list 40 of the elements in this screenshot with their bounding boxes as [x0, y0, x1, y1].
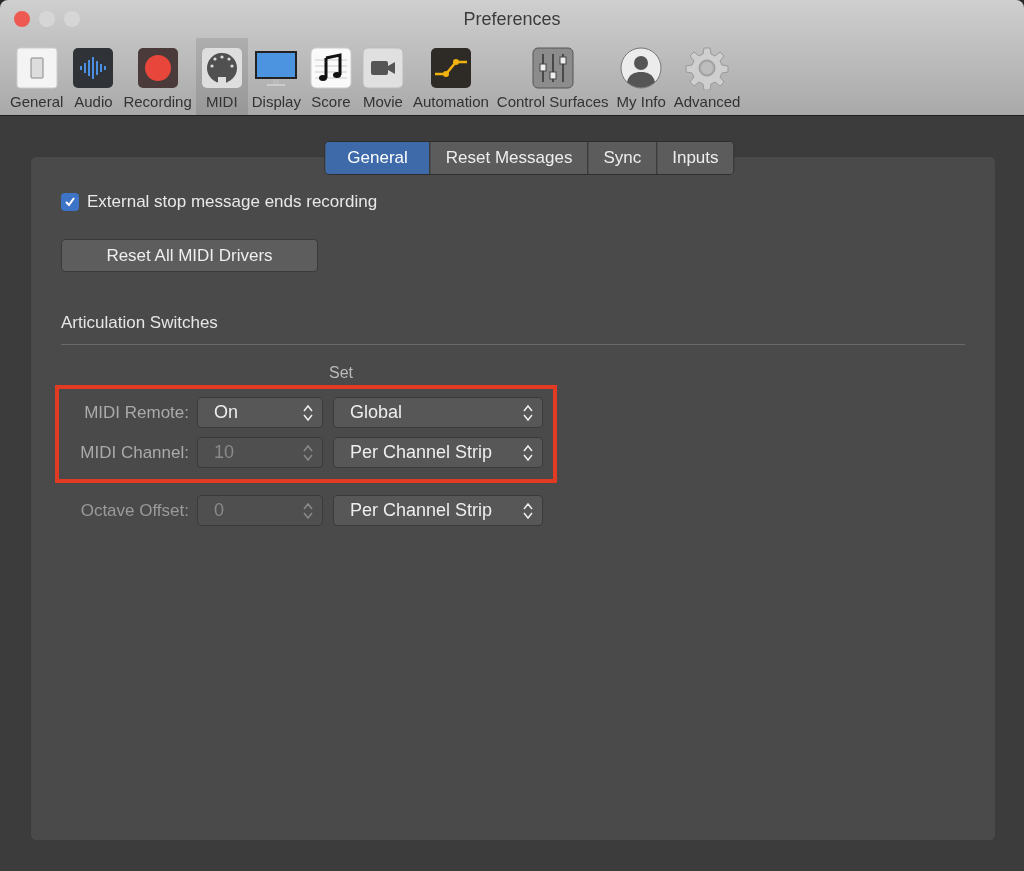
stepper-arrows-icon	[302, 500, 314, 521]
field-label: MIDI Remote:	[83, 401, 189, 424]
column-header: Set	[329, 362, 354, 383]
window-title: Preferences	[463, 7, 561, 31]
reset-drivers-button[interactable]: Reset All MIDI Drivers	[61, 238, 318, 272]
automation-curve-icon	[428, 46, 473, 90]
settings-icon	[685, 46, 730, 90]
switch-icon	[14, 46, 59, 90]
field-label: MIDI Channel:	[79, 441, 189, 464]
toolbar-tab[interactable]: MIDI	[195, 38, 248, 115]
waveform-icon	[71, 46, 116, 90]
stepper-arrows-icon	[302, 402, 314, 423]
toolbar-tab[interactable]: Automation	[408, 38, 493, 115]
toolbar-tab[interactable]: My Info	[612, 38, 670, 115]
checkmark-icon	[64, 195, 76, 208]
faders-icon	[530, 46, 575, 90]
toolbar-tab[interactable]: Advanced	[669, 38, 745, 115]
field-label: Octave Offset:	[79, 499, 189, 522]
music-note-icon	[308, 46, 353, 90]
checkbox[interactable]	[61, 192, 79, 211]
checkbox-label: External stop message ends recording	[87, 191, 378, 213]
person-silhouette-icon	[619, 46, 664, 90]
toolbar-tab[interactable]: Display	[247, 38, 305, 115]
video-camera-icon	[360, 46, 405, 90]
close-button[interactable]	[14, 11, 30, 27]
toolbar-tab[interactable]: Audio	[67, 38, 120, 115]
stepper-arrows-icon	[522, 402, 534, 423]
record-icon	[135, 46, 180, 90]
toolbar-tab[interactable]: Control Surfaces	[492, 38, 613, 115]
toolbar-tab[interactable]: Movie	[356, 38, 409, 115]
midi-connector-icon	[199, 46, 244, 90]
section-title: Articulation Switches	[61, 310, 965, 345]
stepper-arrows-icon	[522, 442, 534, 463]
toolbar-tab[interactable]: General	[6, 38, 68, 115]
segment-tab[interactable]: General	[325, 142, 430, 174]
segment-tab[interactable]: Inputs	[656, 142, 734, 174]
toolbar-tab[interactable]: Recording	[119, 38, 196, 115]
stepper-arrows-icon	[522, 500, 534, 521]
stepper-arrows-icon	[302, 442, 314, 463]
toolbar-tab[interactable]: Score	[304, 38, 357, 115]
